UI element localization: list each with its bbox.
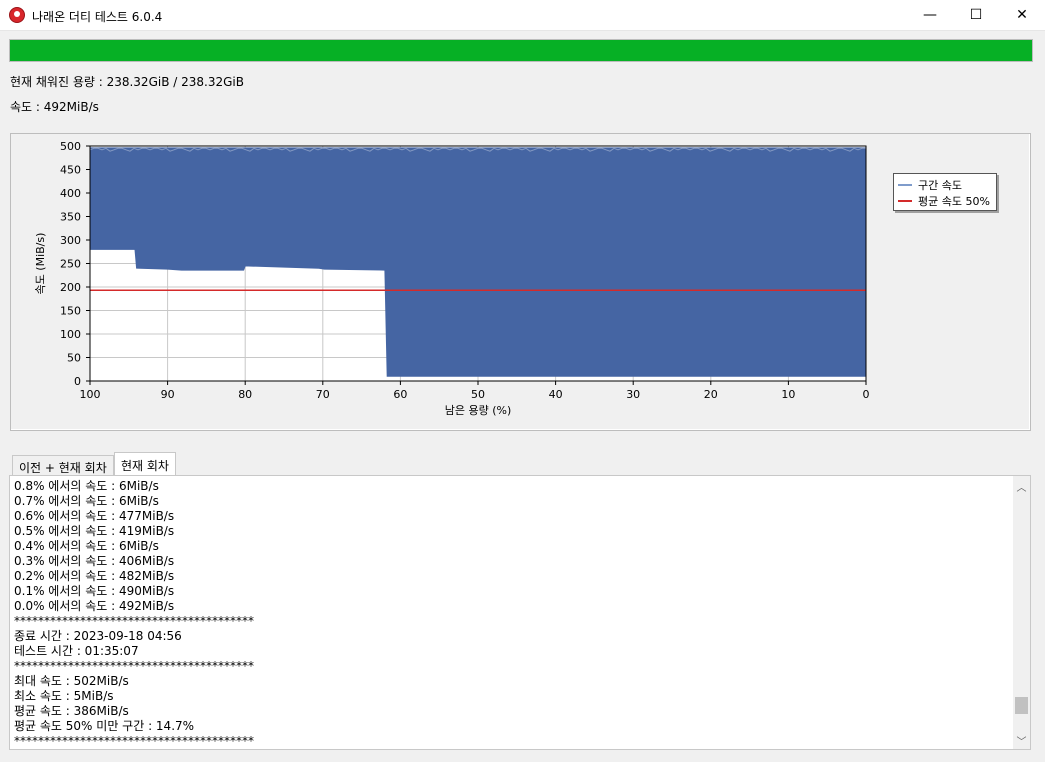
log-text-area[interactable]: 0.8% 에서의 속도 : 6MiB/s 0.7% 에서의 속도 : 6MiB/s… [9,475,1031,750]
y-tick-label: 500 [60,140,81,153]
y-axis-label: 속도 (MiB/s) [34,233,47,295]
speed-chart-panel: 100 90 80 70 60 50 40 30 20 10 0 500 450 400 350 300 250… [10,133,1031,431]
legend-swatch [898,200,912,202]
log-line: 0.4% 에서의 속도 : 6MiB/s [14,539,159,553]
x-tick-label: 60 [393,388,407,401]
minimize-button[interactable]: — [907,0,953,30]
window-title: 나래온 더티 테스트 6.0.4 [32,10,163,24]
log-lines: 0.8% 에서의 속도 : 6MiB/s 0.7% 에서의 속도 : 6MiB/s… [14,479,1009,747]
x-tick-label: 0 [863,388,870,401]
legend-item-average-speed: 평균 속도 50% [898,193,992,209]
legend-label: 평균 속도 50% [918,195,990,208]
y-tick-label: 50 [67,352,81,365]
log-line: 0.8% 에서의 속도 : 6MiB/s [14,479,159,493]
x-tick-label: 20 [704,388,718,401]
y-tick-label: 350 [60,211,81,224]
x-tick-label: 50 [471,388,485,401]
chart-legend: 구간 속도 평균 속도 50% [893,173,997,211]
scroll-thumb[interactable] [1015,697,1028,715]
y-tick-label: 100 [60,328,81,341]
y-tick-label: 0 [74,375,81,388]
log-line: 테스트 시간 : 01:35:07 [14,644,139,658]
log-line: 0.5% 에서의 속도 : 419MiB/s [14,524,175,538]
x-tick-label: 40 [549,388,563,401]
log-line: 평균 속도 : 386MiB/s [14,704,129,718]
progress-bar [9,39,1033,62]
log-line: 0.0% 에서의 속도 : 492MiB/s [14,599,175,613]
log-line: 종료 시간 : 2023-09-18 04:56 [14,629,182,643]
log-line: 최소 속도 : 5MiB/s [14,689,114,703]
log-line: 0.1% 에서의 속도 : 490MiB/s [14,584,175,598]
title-bar: 나래온 더티 테스트 6.0.4 — ☐ ✕ [0,0,1045,31]
x-tick-label: 70 [316,388,330,401]
log-line: 0.7% 에서의 속도 : 6MiB/s [14,494,159,508]
vertical-scrollbar[interactable]: ︿ ﹀ [1013,476,1030,749]
log-line: **************************************** [14,734,254,747]
y-tick-label: 250 [60,258,81,271]
x-tick-label: 10 [781,388,795,401]
log-line: 0.2% 에서의 속도 : 482MiB/s [14,569,175,583]
tab-current[interactable]: 현재 회차 [114,452,176,476]
log-line: 0.6% 에서의 속도 : 477MiB/s [14,509,175,523]
speed-label: 속도 : 492MiB/s [10,100,99,114]
x-tick-label: 80 [238,388,252,401]
app-icon [9,7,25,23]
legend-label: 구간 속도 [918,179,962,192]
progress-bar-fill [10,40,1032,61]
speed-chart: 100 90 80 70 60 50 40 30 20 10 0500450400350300250… [34,140,870,417]
scroll-up-icon[interactable]: ︿ [1013,478,1030,495]
log-line: **************************************** [14,659,254,673]
log-line: 최대 속도 : 502MiB/s [14,674,129,688]
log-line: 평균 속도 50% 미만 구간 : 14.7% [14,719,195,733]
y-tick-label: 450 [60,164,81,177]
close-button[interactable]: ✕ [999,0,1045,30]
window-bottom-edge [0,757,1045,762]
scroll-down-icon[interactable]: ﹀ [1013,732,1030,749]
x-axis-label: 남은 용량 (%) [445,404,512,417]
x-tick-label: 100 [80,388,101,401]
y-tick-label: 150 [60,305,81,318]
maximize-button[interactable]: ☐ [953,0,999,30]
legend-swatch [898,184,912,186]
filled-capacity-label: 현재 채워진 용량 : 238.32GiB / 238.32GiB [10,75,244,89]
x-tick-label: 90 [161,388,175,401]
legend-item-interval-speed: 구간 속도 [898,177,992,193]
tab-previous-and-current[interactable]: 이전 + 현재 회차 [12,455,114,476]
y-tick-label: 400 [60,187,81,200]
y-tick-label: 200 [60,281,81,294]
y-tick-label: 300 [60,234,81,247]
log-line: **************************************** [14,614,254,628]
x-tick-label: 30 [626,388,640,401]
log-line: 0.3% 에서의 속도 : 406MiB/s [14,554,175,568]
